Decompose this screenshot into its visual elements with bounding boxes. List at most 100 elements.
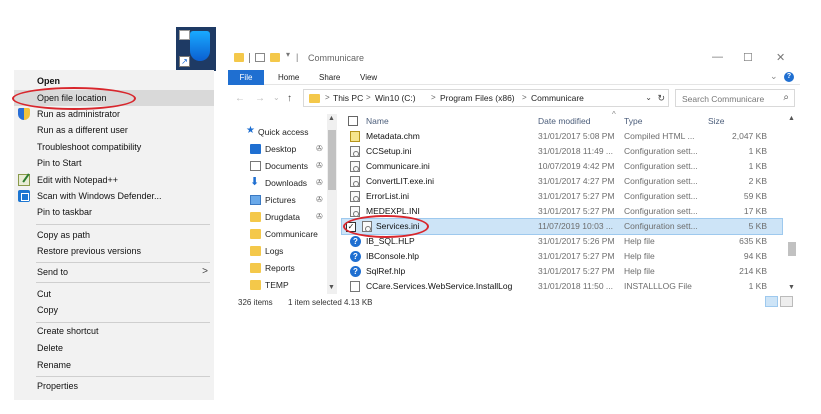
menu-item-copy-as-path[interactable]: Copy as path <box>14 227 214 243</box>
file-row[interactable]: ConvertLIT.exe.ini 31/01/2017 4:27 PM Conf… <box>342 174 782 189</box>
file-row[interactable]: Communicare.ini 10/07/2019 4:42 PM Configu… <box>342 159 782 174</box>
breadcrumb-chevron-icon[interactable]: > <box>366 93 371 102</box>
file-type: Configuration sett... <box>624 221 698 231</box>
scrollbar-thumb[interactable] <box>788 242 796 256</box>
column-header-date-modified[interactable]: Date modified <box>538 116 590 126</box>
menu-item-label: Delete <box>37 343 64 353</box>
menu-item-run-as-different-user[interactable]: Run as a different user <box>14 122 214 138</box>
tab-view[interactable]: View <box>360 70 377 85</box>
menu-item-open[interactable]: Open <box>14 73 214 89</box>
menu-item-send-to[interactable]: Send to > <box>14 264 214 280</box>
file-date: 31/01/2017 5:27 PM <box>538 206 615 216</box>
minimize-button[interactable]: — <box>712 51 723 63</box>
file-type: Configuration sett... <box>624 206 698 216</box>
maximize-button[interactable]: ☐ <box>743 51 753 64</box>
menu-item-restore-previous-versions[interactable]: Restore previous versions <box>14 243 214 259</box>
shortcut-arrow-icon: ↗ <box>179 56 190 67</box>
file-date: 10/07/2019 4:42 PM <box>538 161 615 171</box>
menu-item-rename[interactable]: Rename <box>14 357 214 373</box>
up-button[interactable]: ↑ <box>287 93 292 104</box>
menu-item-run-as-administrator[interactable]: Run as administrator <box>14 106 214 122</box>
file-row[interactable]: Metadata.chm 31/01/2017 5:08 PM Compiled H… <box>342 129 782 144</box>
breadcrumb-chevron-icon[interactable]: > <box>325 93 330 102</box>
customize-toolbar-icon[interactable]: ▾ <box>286 50 290 59</box>
menu-item-delete[interactable]: Delete <box>14 340 214 356</box>
file-size: 635 KB <box>739 236 767 246</box>
tab-file[interactable]: File <box>228 70 264 85</box>
menu-item-scan-with-defender[interactable]: Scan with Windows Defender... <box>14 188 214 204</box>
new-folder-quick-access-icon[interactable] <box>270 53 280 62</box>
scroll-down-icon[interactable]: ▼ <box>328 284 335 291</box>
tab-home[interactable]: Home <box>278 70 299 85</box>
nav-item-label: Desktop <box>265 144 297 154</box>
file-row[interactable]: MEDEXPL.INI 31/01/2017 5:27 PM Configurati… <box>342 204 782 219</box>
file-list-scrollbar[interactable]: ▲ ▼ <box>786 114 798 294</box>
column-header-type[interactable]: Type <box>624 116 642 126</box>
pin-icon: ✇ <box>316 195 323 204</box>
file-row[interactable]: ? IBConsole.hlp 31/01/2017 5:27 PM Help fil… <box>342 249 782 264</box>
file-date: 11/07/2019 10:03 ... <box>538 221 613 231</box>
file-name: Metadata.chm <box>366 131 420 141</box>
search-input[interactable]: Search Communicare ⌕ <box>675 89 795 107</box>
file-row[interactable]: ? SqlRef.hlp 31/01/2017 5:27 PM Help file 21… <box>342 264 782 279</box>
file-size: 5 KB <box>748 221 767 231</box>
close-button[interactable]: ✕ <box>776 51 785 64</box>
nav-pane-scrollbar[interactable]: ▲ ▼ <box>327 114 337 294</box>
properties-quick-access-icon[interactable] <box>255 53 265 62</box>
menu-item-cut[interactable]: Cut <box>14 286 214 302</box>
breadcrumb-program-files-x86[interactable]: Program Files (x86) <box>440 93 515 103</box>
log-file-icon <box>350 281 360 292</box>
select-all-checkbox[interactable] <box>348 116 358 126</box>
file-row[interactable]: ErrorList.ini 31/01/2017 5:27 PM Configura… <box>342 189 782 204</box>
address-dropdown-chevron-icon[interactable]: ⌄ <box>645 93 652 102</box>
refresh-icon[interactable]: ↻ <box>657 93 665 104</box>
file-type: Compiled HTML ... <box>624 131 695 141</box>
large-icons-view-icon[interactable] <box>780 296 793 307</box>
file-date: 31/01/2018 11:49 ... <box>538 146 613 156</box>
selection-checkbox-icon <box>179 30 190 40</box>
file-row[interactable]: ? IB_SQL.HLP 31/01/2017 5:26 PM Help file 63… <box>342 234 782 249</box>
menu-item-pin-to-taskbar[interactable]: Pin to taskbar <box>14 204 214 220</box>
breadcrumb-this-pc[interactable]: This PC <box>333 93 363 103</box>
details-view-icon[interactable] <box>765 296 778 307</box>
nav-item-label: Downloads <box>265 178 308 188</box>
breadcrumb-win10-c[interactable]: Win10 (C:) <box>375 93 416 103</box>
status-bar: 326 items 1 item selected 4.13 KB <box>228 296 800 310</box>
breadcrumb-communicare[interactable]: Communicare <box>531 93 584 103</box>
back-button[interactable]: ← <box>235 93 245 104</box>
menu-item-pin-to-start[interactable]: Pin to Start <box>14 155 214 171</box>
menu-item-properties[interactable]: Properties <box>14 378 214 394</box>
tab-share[interactable]: Share <box>319 70 340 85</box>
communicare-shortcut-icon[interactable]: ↗ <box>176 27 216 71</box>
menu-item-label: Send to <box>37 267 69 277</box>
scroll-up-icon[interactable]: ▲ <box>328 115 335 122</box>
scroll-down-icon[interactable]: ▼ <box>788 284 795 291</box>
menu-item-open-file-location[interactable]: Open file location <box>14 90 214 106</box>
address-bar[interactable]: > This PC > Win10 (C:) > Program Files (… <box>303 89 669 107</box>
file-name: CCSetup.ini <box>366 146 412 156</box>
column-header-name[interactable]: Name <box>366 116 389 126</box>
scroll-up-icon[interactable]: ▲ <box>788 115 795 122</box>
menu-item-troubleshoot-compatibility[interactable]: Troubleshoot compatibility <box>14 139 214 155</box>
help-icon[interactable]: ? <box>784 72 794 82</box>
title-bar: ▾ | Communicare — ☐ ✕ <box>228 44 800 68</box>
config-file-icon <box>350 161 360 172</box>
breadcrumb-chevron-icon[interactable]: > <box>522 93 527 102</box>
scrollbar-thumb[interactable] <box>328 130 336 190</box>
menu-item-label: Troubleshoot compatibility <box>37 142 142 152</box>
menu-item-create-shortcut[interactable]: Create shortcut <box>14 323 214 339</box>
menu-item-copy[interactable]: Copy <box>14 302 214 318</box>
forward-button[interactable]: → <box>255 93 265 104</box>
breadcrumb-chevron-icon[interactable]: > <box>431 93 436 102</box>
file-name: ErrorList.ini <box>366 191 409 201</box>
file-row-selected[interactable]: Services.ini 11/07/2019 10:03 ... Configur… <box>341 218 783 235</box>
config-file-icon <box>350 191 360 202</box>
file-row[interactable]: CCare.Services.WebService.InstallLog 31/0… <box>342 279 782 294</box>
recent-locations-chevron-icon[interactable]: ⌄ <box>273 93 280 102</box>
title-separator: | <box>296 52 299 62</box>
menu-item-edit-with-notepadpp[interactable]: Edit with Notepad++ <box>14 172 214 188</box>
column-header-size[interactable]: Size <box>708 116 725 126</box>
expand-ribbon-chevron-icon[interactable]: ⌄ <box>770 71 778 82</box>
file-row[interactable]: CCSetup.ini 31/01/2018 11:49 ... Configura… <box>342 144 782 159</box>
row-checkbox[interactable]: ✓ <box>346 222 356 232</box>
